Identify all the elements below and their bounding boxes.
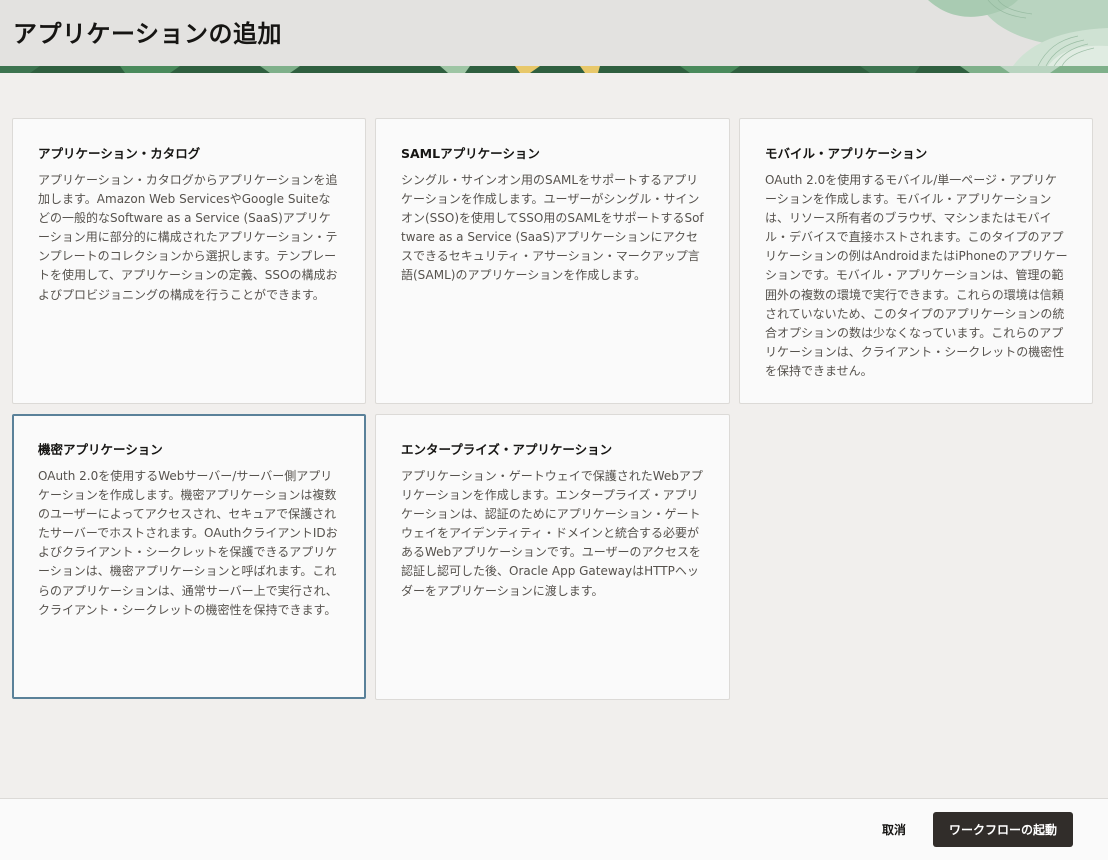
card-title: モバイル・アプリケーション: [765, 146, 928, 161]
cancel-button[interactable]: 取消: [868, 812, 920, 846]
card-description: シングル・サインオン用のSAMLをサポートするアプリケーションを作成します。ユー…: [401, 173, 704, 283]
card-description: アプリケーション・カタログからアプリケーションを追加します。Amazon Web…: [38, 173, 338, 302]
card-app-catalog[interactable]: アプリケーション・カタログ アプリケーション・カタログからアプリケーションを追加…: [12, 118, 366, 404]
card-description: アプリケーション・ゲートウェイで保護されたWebアプリケーションを作成します。エ…: [401, 469, 703, 598]
page-title: アプリケーションの追加: [13, 20, 283, 48]
card-title: エンタープライズ・アプリケーション: [401, 442, 613, 457]
decorative-leaf-illustration: [928, 0, 1108, 66]
card-title: 機密アプリケーション: [38, 442, 163, 457]
card-confidential-application[interactable]: 機密アプリケーション OAuth 2.0を使用するWebサーバー/サーバー側アプ…: [12, 414, 366, 699]
dialog-footer: 取消 ワークフローの起動: [0, 798, 1108, 860]
card-enterprise-application[interactable]: エンタープライズ・アプリケーション アプリケーション・ゲートウェイで保護されたW…: [375, 414, 730, 700]
launch-workflow-button[interactable]: ワークフローの起動: [933, 812, 1073, 847]
card-description: OAuth 2.0を使用するWebサーバー/サーバー側アプリケーションを作成しま…: [38, 469, 338, 617]
card-mobile-application[interactable]: モバイル・アプリケーション OAuth 2.0を使用するモバイル/単一ページ・ア…: [739, 118, 1093, 404]
card-saml-application[interactable]: SAMLアプリケーション シングル・サインオン用のSAMLをサポートするアプリケ…: [375, 118, 730, 404]
page-header: アプリケーションの追加: [0, 0, 1108, 66]
card-description: OAuth 2.0を使用するモバイル/単一ページ・アプリケーションを作成します。…: [765, 173, 1068, 378]
card-title: アプリケーション・カタログ: [38, 146, 201, 161]
decorative-band: [0, 66, 1108, 73]
card-title: SAMLアプリケーション: [401, 146, 540, 161]
